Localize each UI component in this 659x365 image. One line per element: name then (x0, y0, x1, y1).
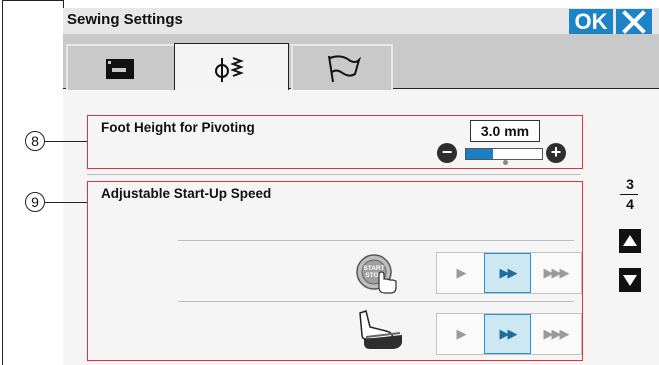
window-title: Sewing Settings (67, 11, 183, 28)
page-fraction-bar (620, 194, 638, 195)
start-text: START (363, 265, 384, 272)
start-stop-speed-medium[interactable]: ▶▶ (484, 253, 531, 293)
foot-control-icon (359, 310, 402, 349)
callout-8-line (45, 141, 87, 142)
foot-control-speed-high[interactable]: ▶▶▶ (532, 314, 579, 354)
foot-control-speed-medium[interactable]: ▶▶ (484, 314, 531, 354)
slider-default-marker (503, 160, 508, 165)
ok-button[interactable]: OK (569, 9, 613, 35)
start-stop-speed-selector: ▶ ▶▶ ▶▶▶ (436, 252, 582, 294)
row-divider-bottom (178, 301, 574, 302)
start-up-speed-label: Adjustable Start-Up Speed (101, 186, 272, 201)
decrease-button[interactable]: − (437, 143, 457, 163)
increase-button[interactable]: + (546, 143, 566, 163)
foot-height-slider-fill (466, 149, 493, 159)
tab-machine[interactable] (66, 44, 176, 90)
arrow-up-icon (623, 235, 637, 246)
flag-icon (328, 55, 362, 83)
arrow-down-icon (623, 275, 637, 286)
page-current: 3 (626, 176, 634, 192)
row-divider-top (178, 240, 574, 241)
tab-preferences[interactable] (291, 44, 393, 90)
foot-control-graphic (356, 309, 406, 353)
start-stop-button-graphic: START STOP (355, 253, 399, 297)
foot-height-label: Foot Height for Pivoting (101, 120, 255, 135)
start-stop-speed-high[interactable]: ▶▶▶ (532, 253, 579, 293)
page-down-button[interactable] (619, 268, 641, 292)
callout-8: 8 (25, 131, 45, 151)
callout-9-line (45, 202, 87, 203)
page-total: 4 (626, 196, 634, 212)
foot-control-speed-selector: ▶ ▶▶ ▶▶▶ (436, 313, 582, 355)
section-divider (87, 174, 581, 175)
top-border (2, 0, 63, 1)
tab-stitch[interactable] (174, 43, 289, 90)
sewing-machine-icon (106, 59, 134, 79)
stitch-icon (215, 57, 244, 82)
close-button[interactable] (616, 9, 652, 35)
page-up-button[interactable] (619, 229, 641, 253)
foot-height-value: 3.0 mm (470, 120, 540, 142)
start-stop-icon: START STOP (356, 254, 397, 294)
foot-control-speed-low[interactable]: ▶ (437, 314, 484, 354)
start-stop-speed-low[interactable]: ▶ (437, 253, 484, 293)
close-icon (622, 10, 646, 34)
callout-9: 9 (25, 192, 45, 212)
left-border (2, 0, 3, 365)
